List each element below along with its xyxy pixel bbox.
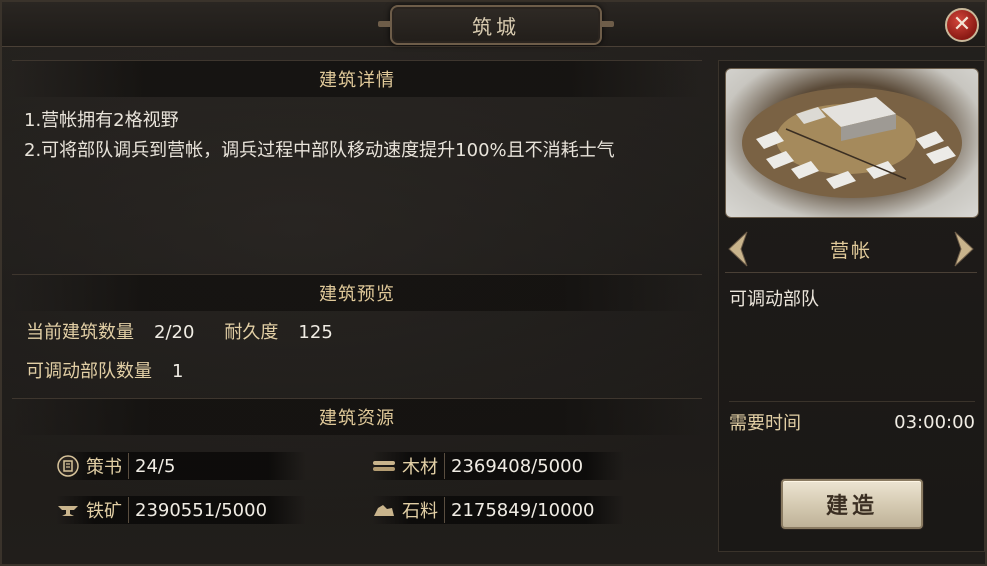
resource-item: 木材 2369408/5000 (372, 452, 624, 480)
dialog-title: 筑城 (472, 14, 520, 39)
current-count-label: 当前建筑数量 (26, 322, 134, 343)
close-button[interactable]: ✕ (945, 8, 979, 42)
building-preview-image (725, 68, 979, 218)
chevron-right-icon (954, 231, 974, 267)
resource-value: 2369408/5000 (451, 455, 584, 477)
resource-label: 木材 (402, 453, 445, 479)
resource-value: 2175849/10000 (451, 499, 595, 521)
troop-count-value: 1 (172, 361, 184, 382)
current-count-value: 2/20 (154, 322, 195, 343)
preview-header: 建筑预览 (12, 274, 702, 311)
wood-icon (372, 456, 396, 476)
building-panel: 营帐 可调动部队 需要时间 03:00:00 建造 (718, 60, 985, 552)
build-button[interactable]: 建造 (781, 479, 923, 529)
stone-icon (372, 500, 396, 520)
details-line: 1.营帐拥有2格视野 (24, 110, 179, 131)
details-header-label: 建筑详情 (319, 70, 395, 91)
title-plate: 筑城 (378, 5, 614, 45)
resource-item: 石料 2175849/10000 (372, 496, 624, 524)
prev-building-button[interactable] (725, 229, 751, 269)
preview-header-label: 建筑预览 (319, 284, 395, 305)
resource-item: 策书 24/5 (56, 452, 306, 480)
details-header: 建筑详情 (12, 60, 702, 97)
build-time-label: 需要时间 (729, 413, 801, 434)
resource-label: 策书 (86, 453, 129, 479)
resources-header-label: 建筑资源 (319, 408, 395, 429)
building-count-row: 当前建筑数量 2/20 耐久度 125 (26, 318, 333, 344)
chevron-left-icon (728, 231, 748, 267)
build-dialog: 筑城 ✕ 建筑详情 1.营帐拥有2格视野 2.可将部队调兵到营帐，调兵过程中部队… (0, 0, 987, 566)
resource-label: 石料 (402, 497, 445, 523)
durability-label: 耐久度 (224, 322, 279, 343)
info-panel: 建筑详情 1.营帐拥有2格视野 2.可将部队调兵到营帐，调兵过程中部队移动速度提… (12, 60, 702, 550)
resource-label: 铁矿 (86, 497, 129, 523)
building-details: 1.营帐拥有2格视野 2.可将部队调兵到营帐，调兵过程中部队移动速度提升100%… (24, 106, 694, 166)
resource-value: 24/5 (135, 455, 176, 477)
resources-header: 建筑资源 (12, 398, 702, 435)
troop-count-row: 可调动部队数量 1 (26, 357, 183, 383)
durability-value: 125 (298, 322, 333, 343)
build-time-row: 需要时间 03:00:00 (729, 401, 975, 442)
strategy-book-icon (56, 455, 80, 477)
building-description: 可调动部队 (729, 289, 819, 310)
title-bar: 筑城 ✕ (2, 2, 985, 47)
details-line: 2.可将部队调兵到营帐，调兵过程中部队移动速度提升100%且不消耗士气 (24, 140, 615, 161)
troop-count-label: 可调动部队数量 (26, 361, 152, 382)
iron-ore-icon (56, 500, 80, 520)
next-building-button[interactable] (951, 229, 977, 269)
close-icon: ✕ (952, 12, 972, 37)
building-name: 营帐 (829, 239, 872, 262)
build-time-value: 03:00:00 (894, 411, 975, 433)
building-selector: 营帐 (725, 226, 977, 273)
resource-value: 2390551/5000 (135, 499, 268, 521)
resource-item: 铁矿 2390551/5000 (56, 496, 306, 524)
